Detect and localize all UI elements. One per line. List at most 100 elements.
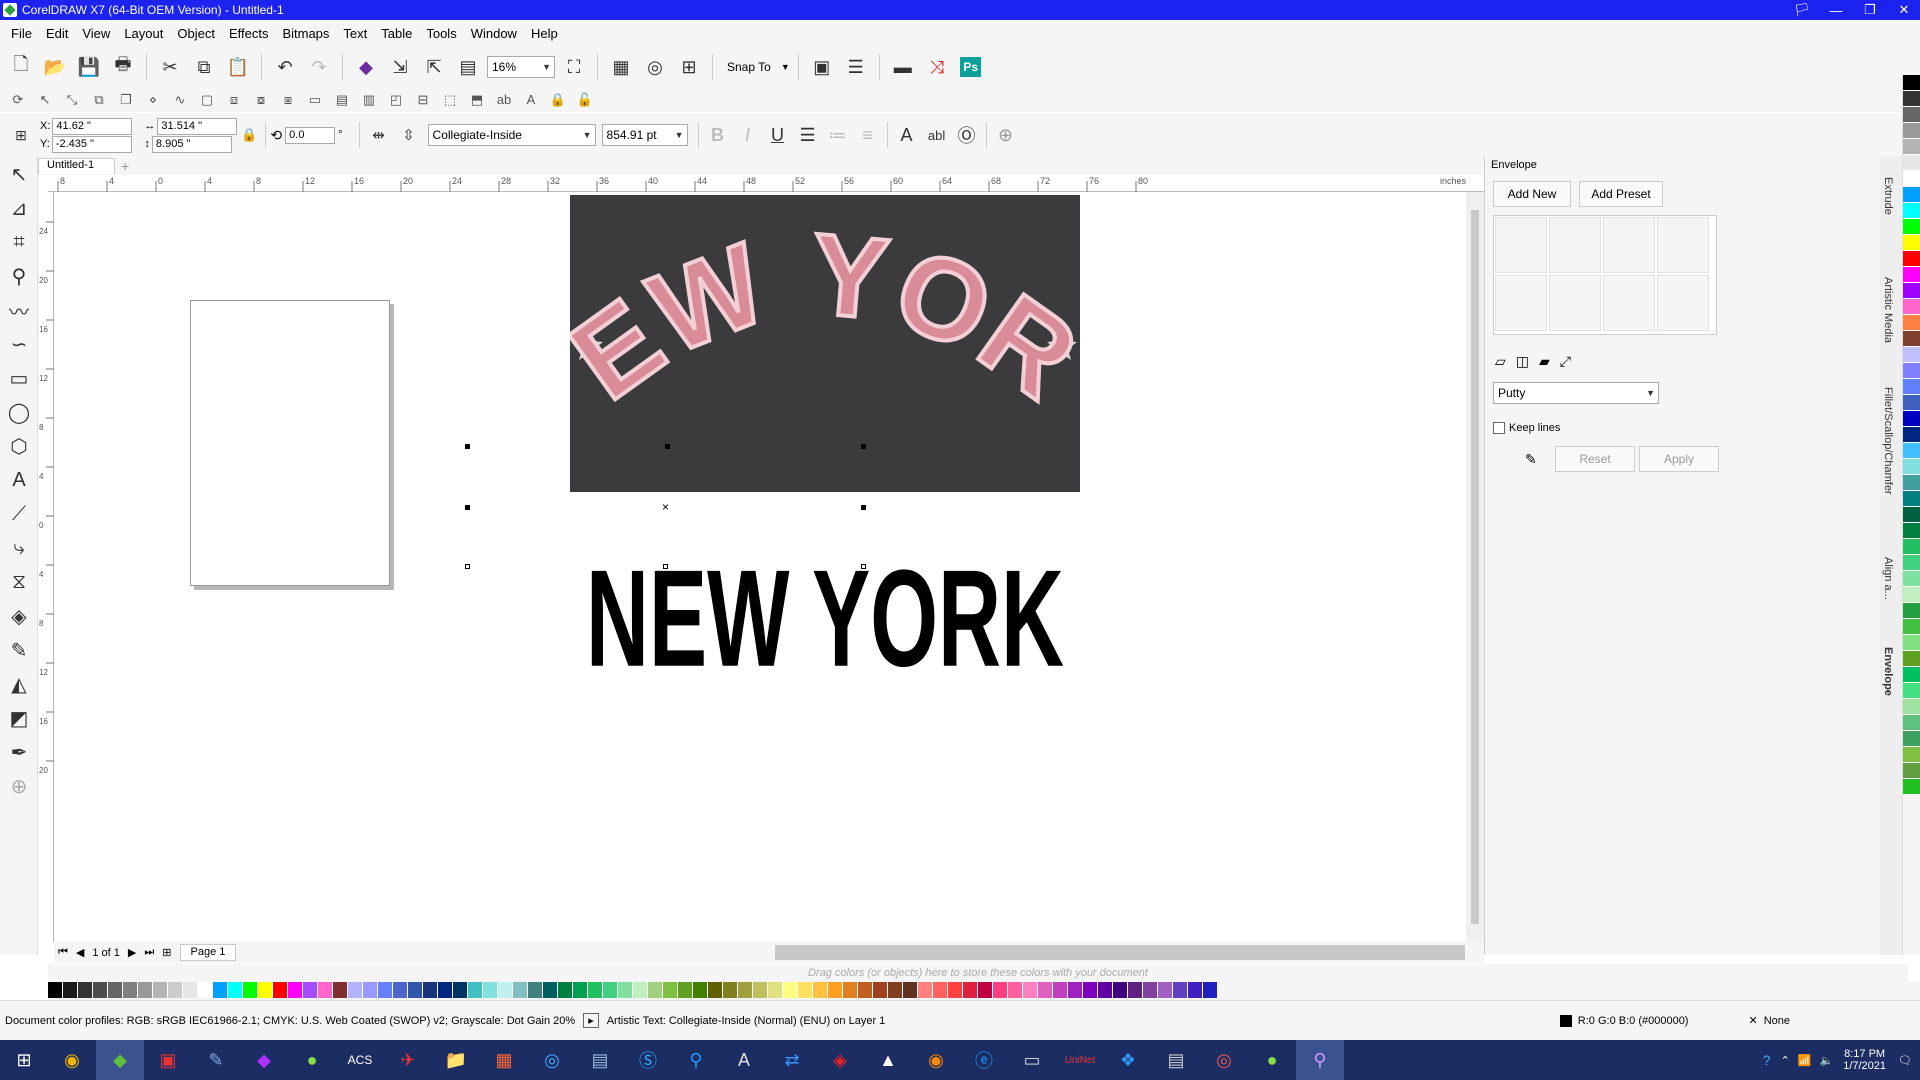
mapping-mode-select[interactable]: Putty ▼ — [1493, 382, 1659, 404]
trim-icon[interactable]: ⧇ — [249, 89, 273, 111]
close-button[interactable]: ✕ — [1894, 2, 1914, 18]
horizontal-ruler[interactable]: 8 4 0 4 8 12 16 20 24 28 32 36 40 44 48 52 56 60 64 68 72 76 8… — [48, 175, 1488, 192]
color-swatch[interactable] — [453, 982, 468, 998]
color-swatch[interactable] — [438, 982, 453, 998]
color-swatch[interactable] — [768, 982, 783, 998]
text-alignment-icon[interactable]: ☰ — [793, 120, 823, 150]
preset-gallery[interactable] — [1493, 215, 1717, 335]
color-swatch[interactable] — [1903, 443, 1920, 459]
angle-field[interactable]: 0.0 — [285, 126, 336, 144]
color-swatch[interactable] — [558, 982, 573, 998]
color-swatch[interactable] — [1903, 523, 1920, 539]
color-swatch[interactable] — [1098, 982, 1113, 998]
color-swatch[interactable] — [1903, 299, 1920, 315]
selection-handle[interactable] — [861, 444, 866, 449]
add-tool-icon[interactable]: ⊕ — [0, 769, 38, 803]
color-swatch[interactable] — [798, 982, 813, 998]
color-swatch[interactable] — [663, 982, 678, 998]
drawing-canvas[interactable]: NEW YORK NEW YORK × — [55, 192, 1465, 942]
color-swatch[interactable] — [1903, 475, 1920, 491]
color-swatch[interactable] — [1903, 539, 1920, 555]
scanner-icon[interactable]: ▤ — [1152, 1040, 1200, 1080]
lock-ratio-icon[interactable]: 🔒 — [237, 124, 261, 146]
color-swatch[interactable] — [498, 982, 513, 998]
color-swatch[interactable] — [873, 982, 888, 998]
underline-icon[interactable]: U — [763, 120, 793, 150]
apply-button[interactable]: Apply — [1639, 446, 1719, 472]
color-swatch[interactable] — [1903, 235, 1920, 251]
color-swatch[interactable] — [1903, 587, 1920, 603]
color-swatch[interactable] — [183, 982, 198, 998]
color-swatch[interactable] — [513, 982, 528, 998]
clone-icon[interactable]: ❐ — [114, 89, 138, 111]
color-swatch[interactable] — [1113, 982, 1128, 998]
artistic-media-tool-icon[interactable]: ∽ — [0, 327, 38, 361]
color-swatch[interactable] — [618, 982, 633, 998]
transparency-tool-icon[interactable]: ◈ — [0, 599, 38, 633]
color-swatch[interactable] — [153, 982, 168, 998]
color-swatch[interactable] — [228, 982, 243, 998]
outline-icon[interactable]: ✕ — [1748, 1014, 1757, 1027]
menu-help[interactable]: Help — [524, 26, 565, 41]
menu-file[interactable]: File — [4, 26, 39, 41]
object-origin-icon[interactable]: ⊞ — [6, 120, 36, 150]
color-swatch[interactable] — [1188, 982, 1203, 998]
menu-view[interactable]: View — [75, 26, 117, 41]
selection-handle[interactable] — [465, 564, 470, 569]
rectangle-tool-icon[interactable]: ▭ — [0, 361, 38, 395]
color-swatch[interactable] — [1068, 982, 1083, 998]
acs-icon[interactable]: ACS — [336, 1040, 384, 1080]
add-icon[interactable]: ⊕ — [991, 120, 1021, 150]
double-arc-mode-icon[interactable]: ▰ — [1539, 353, 1550, 370]
undo-icon[interactable]: ↶ — [270, 52, 300, 82]
next-page-icon[interactable]: ▶ — [128, 946, 136, 959]
selection-handle[interactable] — [663, 564, 668, 569]
export-icon[interactable]: ⇱ — [419, 52, 449, 82]
color-swatch[interactable] — [888, 982, 903, 998]
color-swatch[interactable] — [1903, 731, 1920, 747]
color-swatch[interactable] — [828, 982, 843, 998]
font-app-icon[interactable]: A — [720, 1040, 768, 1080]
group-icon[interactable]: ⬚ — [438, 89, 462, 111]
tab-align[interactable]: Align a... — [1882, 557, 1894, 600]
smart-fill-tool-icon[interactable]: ◩ — [0, 701, 38, 735]
color-swatch[interactable] — [1038, 982, 1053, 998]
color-swatch[interactable] — [138, 982, 153, 998]
pdf-icon[interactable]: ⤨ — [922, 52, 952, 82]
menu-object[interactable]: Object — [170, 26, 222, 41]
single-arc-mode-icon[interactable]: ◫ — [1516, 353, 1529, 370]
color-swatch[interactable] — [1903, 155, 1920, 171]
color-swatch[interactable] — [1053, 982, 1068, 998]
inkscape-icon[interactable]: ▲ — [864, 1040, 912, 1080]
color-swatch[interactable] — [468, 982, 483, 998]
color-swatch[interactable] — [108, 982, 123, 998]
color-swatch[interactable] — [1903, 91, 1920, 107]
color-swatch[interactable] — [528, 982, 543, 998]
height-field[interactable]: 8.905 " — [151, 135, 232, 153]
color-palette[interactable] — [48, 982, 1920, 1000]
mirror-horizontal-icon[interactable]: ⇹ — [364, 120, 394, 150]
crop-tool-icon[interactable]: ⌗ — [0, 225, 38, 259]
menu-edit[interactable]: Edit — [39, 26, 75, 41]
save-icon[interactable]: 💾 — [74, 52, 104, 82]
dropbox-icon[interactable]: ❖ — [1104, 1040, 1152, 1080]
calculator-icon[interactable]: ▤ — [576, 1040, 624, 1080]
color-swatch[interactable] — [1128, 982, 1143, 998]
mcafee-icon[interactable]: ◈ — [816, 1040, 864, 1080]
color-swatch[interactable] — [633, 982, 648, 998]
color-swatch[interactable] — [1903, 715, 1920, 731]
color-swatch[interactable] — [1903, 171, 1920, 187]
flag-icon[interactable]: 🏳 — [1792, 2, 1812, 18]
cut-icon[interactable]: ✂ — [155, 52, 185, 82]
coreldraw-taskbar-icon[interactable]: ◆ — [96, 1040, 144, 1080]
color-swatch[interactable] — [63, 982, 78, 998]
color-swatch[interactable] — [1903, 747, 1920, 763]
drop-cap-icon[interactable]: ≡ — [853, 120, 883, 150]
color-swatch[interactable] — [1903, 347, 1920, 363]
tab-fillet[interactable]: Fillet/Scallop/Chamfer — [1882, 387, 1894, 495]
font-size-select[interactable]: 854.91 pt ▼ — [601, 124, 688, 146]
menu-tools[interactable]: Tools — [419, 26, 463, 41]
color-swatch[interactable] — [1903, 555, 1920, 571]
new-york-bitmap[interactable]: NEW YORK — [570, 195, 1080, 492]
show-grid-icon[interactable]: ◎ — [640, 52, 670, 82]
